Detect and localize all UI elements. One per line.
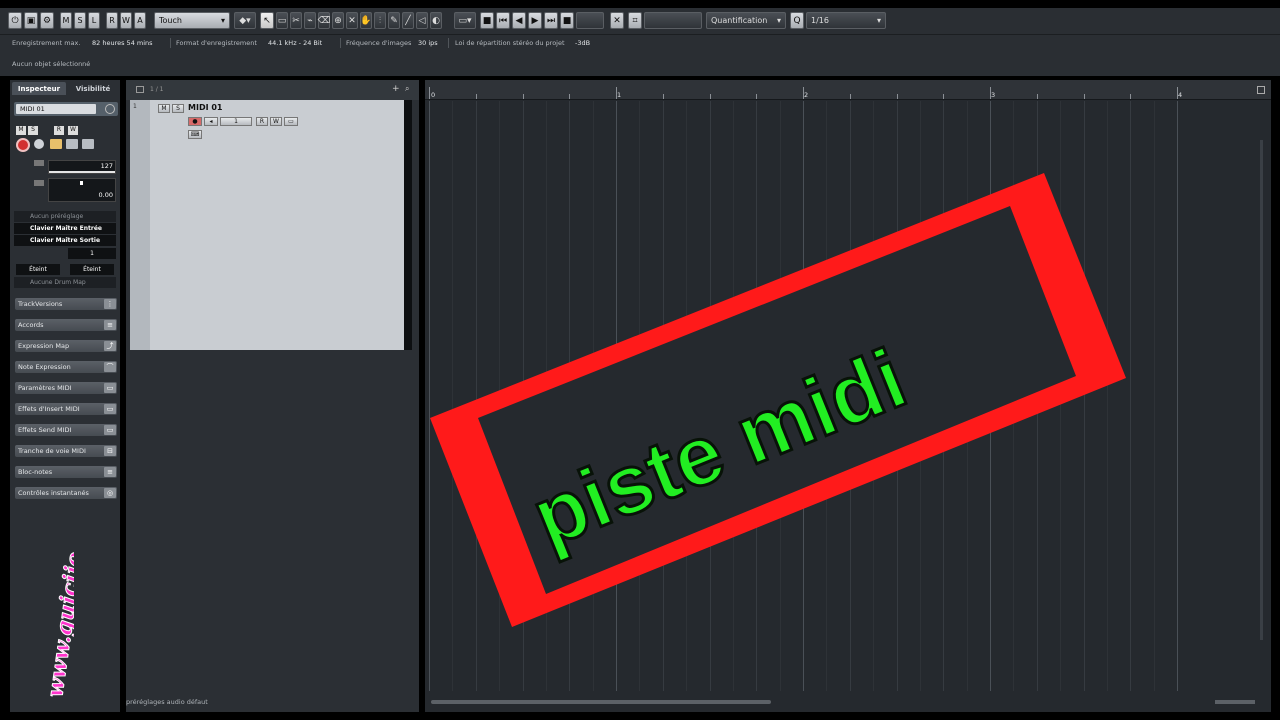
watermark-text: www.guicijo bbox=[42, 550, 74, 699]
stamp-overlay: piste midi bbox=[430, 173, 1126, 627]
watermark: www.guicijo bbox=[42, 550, 74, 700]
